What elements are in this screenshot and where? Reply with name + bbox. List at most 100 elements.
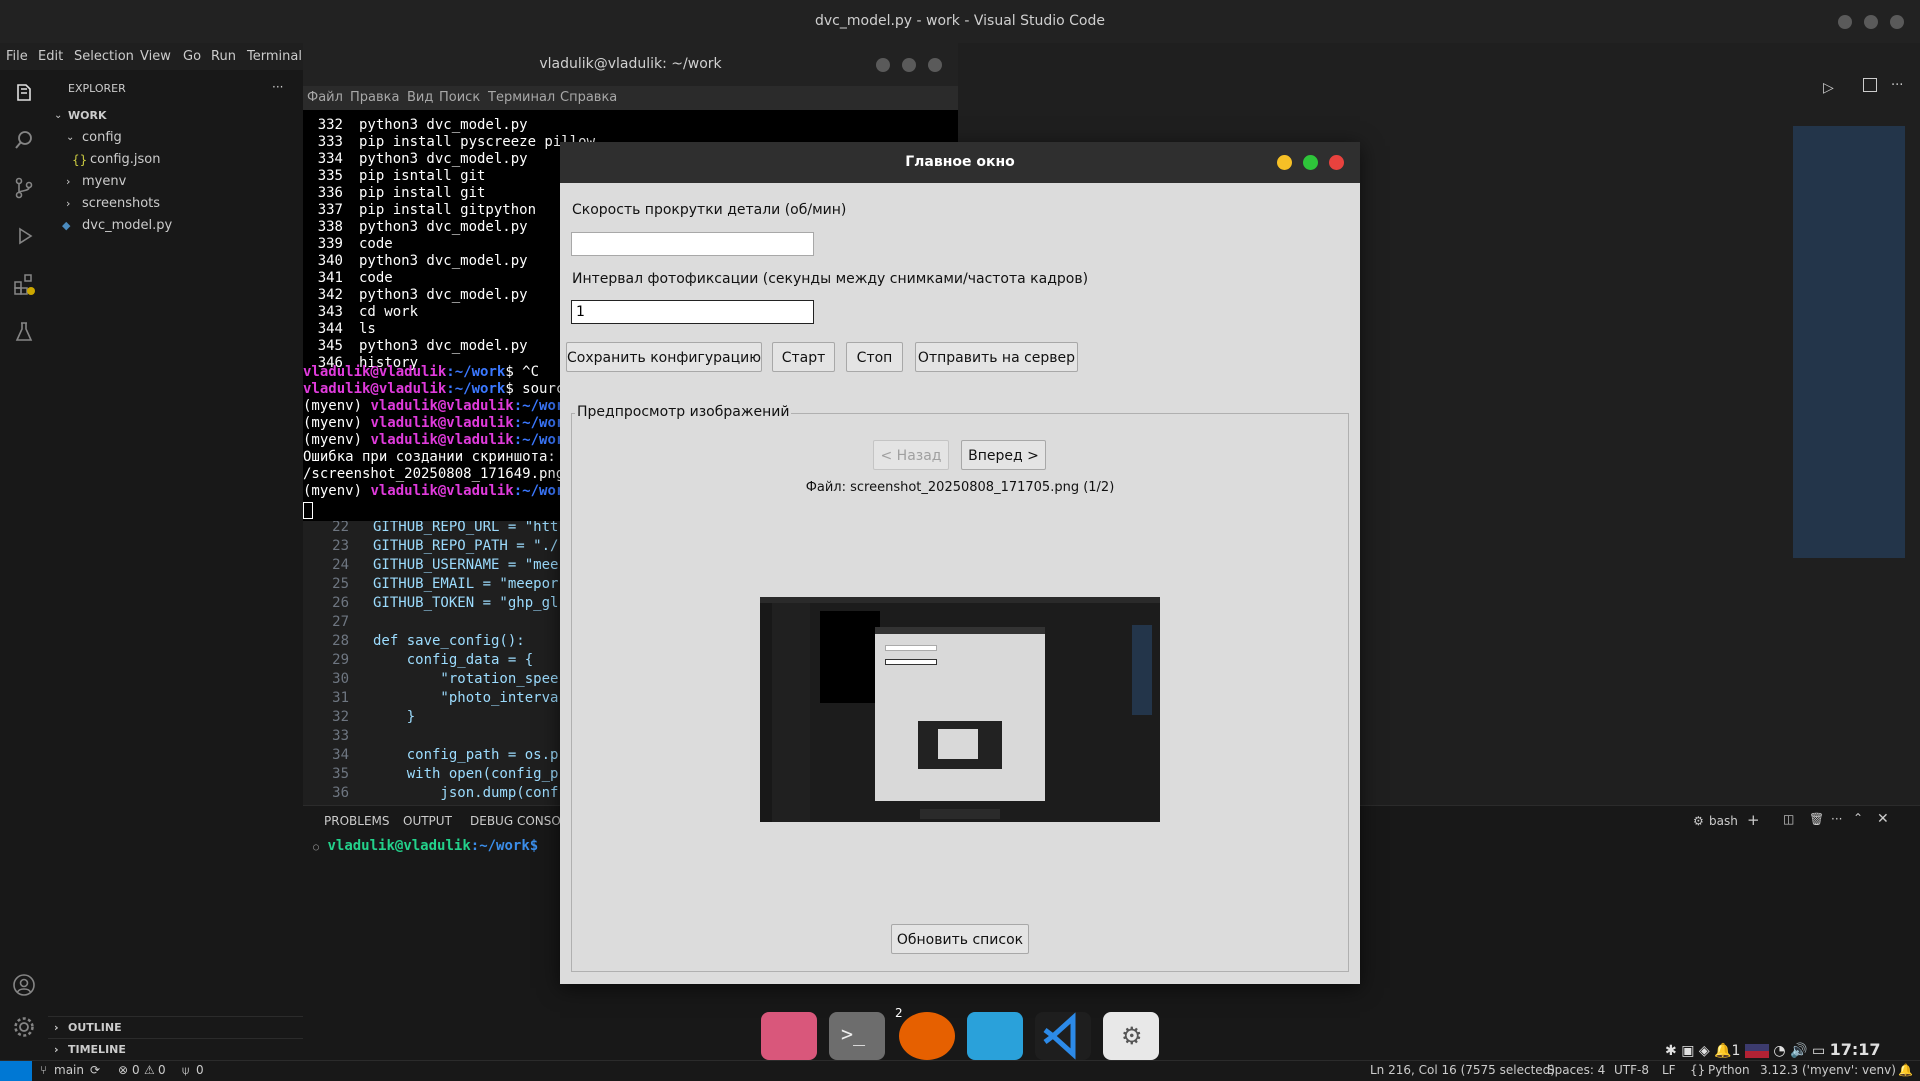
term-menu-search[interactable]: Поиск xyxy=(439,90,480,105)
encoding[interactable]: UTF-8 xyxy=(1614,1063,1649,1077)
warning-count[interactable]: 0 xyxy=(158,1063,166,1077)
send-to-server-button[interactable]: Отправить на сервер xyxy=(915,342,1078,372)
terminal-shell-label[interactable]: bash xyxy=(1709,814,1738,828)
end-of-line[interactable]: LF xyxy=(1662,1063,1676,1077)
term-menu-file[interactable]: Файл xyxy=(307,90,343,105)
bluetooth-icon[interactable]: ✱ xyxy=(1665,1043,1677,1059)
panel-more-icon[interactable]: ··· xyxy=(1831,812,1842,826)
remote-icon[interactable] xyxy=(0,1061,32,1081)
term-menu-help[interactable]: Справка xyxy=(560,90,617,105)
files-app-icon[interactable] xyxy=(761,1012,817,1060)
menu-file[interactable]: File xyxy=(6,49,28,64)
battery-icon[interactable]: ▭ xyxy=(1812,1043,1825,1059)
dialog-maximize-button[interactable] xyxy=(1303,155,1318,170)
firefox-icon[interactable] xyxy=(899,1012,955,1060)
indentation[interactable]: Spaces: 4 xyxy=(1547,1063,1605,1077)
terminal-close-button[interactable] xyxy=(928,58,942,72)
us-flag-icon[interactable] xyxy=(1744,1044,1769,1058)
notification-icon[interactable]: 🔔 xyxy=(1714,1043,1731,1059)
minimap[interactable] xyxy=(1793,126,1905,558)
history-number: 340 xyxy=(317,253,343,269)
save-config-button[interactable]: Сохранить конфигурацию xyxy=(566,342,762,372)
telegram-icon[interactable] xyxy=(967,1012,1023,1060)
more-actions-icon[interactable]: ··· xyxy=(1891,78,1903,93)
search-icon[interactable] xyxy=(12,128,36,152)
term-menu-edit[interactable]: Правка xyxy=(350,90,399,105)
dock-badge: 2 xyxy=(895,1006,903,1020)
terminal-app-icon[interactable]: >_ xyxy=(829,1012,885,1060)
notifications-bell-icon[interactable]: 🔔 xyxy=(1898,1063,1913,1077)
minimize-button[interactable] xyxy=(1838,15,1852,29)
volume-icon[interactable]: 🔊 xyxy=(1790,1043,1807,1059)
run-python-icon[interactable]: ▷ xyxy=(1823,80,1834,96)
code-line: 33 xyxy=(303,728,563,747)
new-terminal-icon[interactable]: + xyxy=(1747,811,1760,829)
term-menu-view[interactable]: Вид xyxy=(407,90,433,105)
menu-run[interactable]: Run xyxy=(211,49,236,64)
dialog-close-button[interactable] xyxy=(1329,155,1344,170)
back-button[interactable]: < Назад xyxy=(873,440,949,470)
menu-view[interactable]: View xyxy=(140,49,171,64)
workspace-root[interactable]: ⌄ WORK xyxy=(48,105,303,127)
start-button[interactable]: Старт xyxy=(772,342,835,372)
source-control-icon[interactable] xyxy=(12,176,36,200)
menu-selection[interactable]: Selection xyxy=(74,49,134,64)
clipboard-icon[interactable]: ▣ xyxy=(1681,1043,1694,1059)
interval-input[interactable]: 1 xyxy=(571,300,814,324)
split-terminal-icon[interactable]: ◫ xyxy=(1783,812,1794,826)
code-editor[interactable]: 21 current_preview_index22GITHUB_REPO_UR… xyxy=(303,500,584,805)
chevron-down-icon: ⌄ xyxy=(54,110,63,121)
kill-terminal-icon[interactable]: 🗑 xyxy=(1809,812,1824,826)
next-button[interactable]: Вперед > xyxy=(961,440,1046,470)
menu-edit[interactable]: Edit xyxy=(38,49,63,64)
menu-terminal[interactable]: Terminal xyxy=(247,49,302,64)
timeline-section[interactable]: › TIMELINE xyxy=(48,1038,303,1061)
vscode-icon[interactable] xyxy=(1035,1012,1091,1060)
testing-icon[interactable] xyxy=(12,320,36,344)
outline-section[interactable]: › OUTLINE xyxy=(48,1016,303,1039)
stop-button[interactable]: Стоп xyxy=(846,342,903,372)
tree-item-config-json[interactable]: {} config.json xyxy=(48,149,303,171)
tree-item-config[interactable]: ⌄ config xyxy=(48,127,303,149)
manage-gear-icon[interactable] xyxy=(12,1015,36,1039)
settings-app-icon[interactable]: ⚙ xyxy=(1103,1012,1159,1060)
files-icon[interactable] xyxy=(12,82,36,106)
close-button[interactable] xyxy=(1890,15,1904,29)
extensions-icon[interactable] xyxy=(12,272,36,296)
git-branch[interactable]: main xyxy=(54,1063,84,1077)
terminal-error-line: Ошибка при создании скриншота: [ xyxy=(303,449,573,465)
cursor-position[interactable]: Ln 216, Col 16 (7575 selected) xyxy=(1370,1063,1555,1077)
tree-item-myenv[interactable]: › myenv xyxy=(48,171,303,193)
sync-icon[interactable]: ⟳ xyxy=(90,1063,100,1077)
maximize-panel-icon[interactable]: ⌃ xyxy=(1853,811,1863,825)
tab-problems[interactable]: PROBLEMS xyxy=(324,814,390,828)
tree-item-screenshots[interactable]: › screenshots xyxy=(48,193,303,215)
panel-terminal-prompt[interactable]: ○ vladulik@vladulik:~/work$ xyxy=(313,838,538,854)
explorer-more-icon[interactable]: ··· xyxy=(272,80,283,94)
terminal-error-path: /screenshot_20250808_171649.png' xyxy=(303,466,573,482)
refresh-list-button[interactable]: Обновить список xyxy=(891,924,1029,954)
terminal-line: (myenv) vladulik@vladulik:~/work xyxy=(303,398,573,415)
wifi-icon[interactable]: ◔ xyxy=(1773,1043,1785,1059)
maximize-button[interactable] xyxy=(1864,15,1878,29)
clock[interactable]: 17:17 xyxy=(1830,1040,1881,1059)
speed-input[interactable] xyxy=(571,232,814,256)
term-menu-terminal[interactable]: Терминал xyxy=(488,90,555,105)
python-interpreter[interactable]: 3.12.3 ('myenv': venv) xyxy=(1760,1063,1896,1077)
dialog-minimize-button[interactable] xyxy=(1277,155,1292,170)
terminal-maximize-button[interactable] xyxy=(902,58,916,72)
code-line: 23 GITHUB_REPO_PATH = "./ xyxy=(303,538,563,557)
terminal-minimize-button[interactable] xyxy=(876,58,890,72)
tree-item-dvc-model[interactable]: ◆ dvc_model.py xyxy=(48,215,303,237)
prompt-path: :~/work$ xyxy=(470,838,539,854)
tab-output[interactable]: OUTPUT xyxy=(403,814,452,828)
split-editor-icon[interactable] xyxy=(1863,78,1877,92)
menu-go[interactable]: Go xyxy=(183,49,201,64)
error-count[interactable]: 0 xyxy=(132,1063,140,1077)
ports-count[interactable]: 0 xyxy=(196,1063,204,1077)
run-debug-icon[interactable] xyxy=(12,224,36,248)
close-panel-icon[interactable]: ✕ xyxy=(1877,811,1889,827)
account-icon[interactable] xyxy=(12,973,36,997)
language-mode[interactable]: Python xyxy=(1708,1063,1750,1077)
shield-icon[interactable]: ◈ xyxy=(1699,1043,1710,1059)
